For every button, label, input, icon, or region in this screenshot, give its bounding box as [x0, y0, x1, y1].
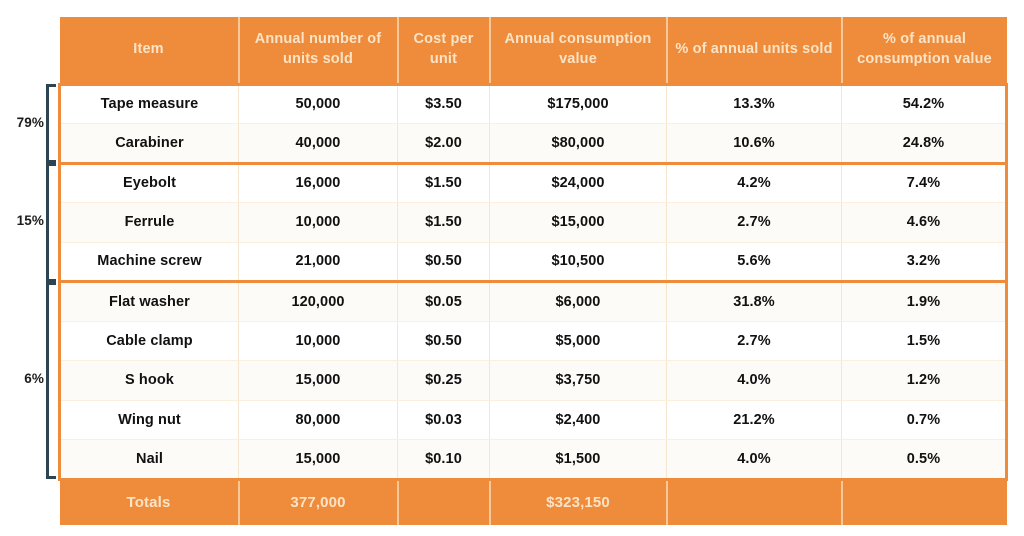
group-bracket-15: 15%: [0, 163, 58, 282]
bracket-icon: [46, 84, 56, 163]
cell-item: Flat washer: [58, 280, 239, 322]
cell-pct-annual-consumption-value: 24.8%: [841, 123, 1008, 165]
table-footer: Totals 377,000 $323,150: [59, 479, 1007, 525]
cell-annual-consumption-value: $15,000: [489, 202, 667, 243]
cell-cost-per-unit: $2.00: [397, 123, 490, 165]
column-header-annual-units-sold[interactable]: Annual number of units sold: [238, 17, 399, 84]
cell-annual-consumption-value: $1,500: [489, 439, 667, 481]
cell-pct-annual-units-sold: 2.7%: [666, 202, 842, 243]
table-body: Tape measure 50,000 $3.50 $175,000 13.3% 54.2…: [58, 82, 1008, 481]
column-header-annual-consumption-value[interactable]: Annual consumption value: [489, 17, 668, 84]
bracket-icon: [46, 163, 56, 282]
cell-item: Eyebolt: [58, 161, 239, 203]
totals-value: $323,150: [489, 479, 668, 525]
cell-annual-consumption-value: $10,500: [489, 242, 667, 283]
totals-units: 377,000: [238, 479, 399, 525]
bracket-icon: [46, 281, 56, 479]
table-row[interactable]: Nail 15,000 $0.10 $1,500 4.0% 0.5%: [58, 439, 1008, 481]
table-row[interactable]: Eyebolt 16,000 $1.50 $24,000 4.2% 7.4%: [58, 161, 1008, 203]
abc-analysis-table-figure: 79% 15% 6% Item Annual number of units sol…: [0, 0, 1024, 536]
cell-pct-annual-consumption-value: 4.6%: [841, 202, 1008, 243]
totals-label: Totals: [59, 479, 240, 525]
cell-cost-per-unit: $0.03: [397, 400, 490, 440]
cell-pct-annual-units-sold: 2.7%: [666, 321, 842, 361]
cell-annual-units-sold: 21,000: [238, 242, 398, 283]
cell-cost-per-unit: $0.25: [397, 360, 490, 401]
cell-item: Machine screw: [58, 242, 239, 283]
cell-pct-annual-consumption-value: 1.5%: [841, 321, 1008, 361]
cell-annual-units-sold: 50,000: [238, 82, 398, 124]
cell-item: S hook: [58, 360, 239, 401]
cell-pct-annual-consumption-value: 1.9%: [841, 280, 1008, 322]
cell-annual-units-sold: 15,000: [238, 439, 398, 481]
cell-annual-consumption-value: $2,400: [489, 400, 667, 440]
column-header-cost-per-unit[interactable]: Cost per unit: [397, 17, 491, 84]
cell-item: Ferrule: [58, 202, 239, 243]
totals-pct-units: [666, 479, 843, 525]
cell-annual-units-sold: 120,000: [238, 280, 398, 322]
cell-pct-annual-consumption-value: 0.7%: [841, 400, 1008, 440]
cell-annual-consumption-value: $175,000: [489, 82, 667, 124]
abc-inventory-analysis-table: Item Annual number of units sold Cost pe…: [58, 17, 1008, 525]
cell-pct-annual-consumption-value: 54.2%: [841, 82, 1008, 124]
table-row[interactable]: Cable clamp 10,000 $0.50 $5,000 2.7% 1.5%: [58, 321, 1008, 361]
cell-pct-annual-units-sold: 4.0%: [666, 360, 842, 401]
group-percentage-label: 6%: [24, 371, 44, 387]
cell-annual-units-sold: 40,000: [238, 123, 398, 165]
cell-pct-annual-units-sold: 13.3%: [666, 82, 842, 124]
cell-pct-annual-units-sold: 4.0%: [666, 439, 842, 481]
column-header-item[interactable]: Item: [59, 17, 240, 84]
cell-item: Tape measure: [58, 82, 239, 124]
cell-annual-units-sold: 10,000: [238, 321, 398, 361]
table-row[interactable]: Tape measure 50,000 $3.50 $175,000 13.3% 54.2…: [58, 82, 1008, 124]
cell-pct-annual-consumption-value: 0.5%: [841, 439, 1008, 481]
cell-cost-per-unit: $1.50: [397, 202, 490, 243]
cell-annual-units-sold: 15,000: [238, 360, 398, 401]
cell-item: Nail: [58, 439, 239, 481]
cell-pct-annual-units-sold: 21.2%: [666, 400, 842, 440]
table-row[interactable]: S hook 15,000 $0.25 $3,750 4.0% 1.2%: [58, 360, 1008, 401]
cell-item: Carabiner: [58, 123, 239, 165]
cell-annual-consumption-value: $3,750: [489, 360, 667, 401]
totals-cost: [397, 479, 491, 525]
cell-cost-per-unit: $0.50: [397, 321, 490, 361]
totals-row: Totals 377,000 $323,150: [59, 479, 1007, 525]
table-row[interactable]: Machine screw 21,000 $0.50 $10,500 5.6% 3.2%: [58, 242, 1008, 283]
cell-cost-per-unit: $0.05: [397, 280, 490, 322]
cell-item: Cable clamp: [58, 321, 239, 361]
group-bracket-6: 6%: [0, 281, 58, 479]
table-row[interactable]: Carabiner 40,000 $2.00 $80,000 10.6% 24.8%: [58, 123, 1008, 165]
group-percentage-label: 15%: [16, 213, 44, 229]
cell-pct-annual-consumption-value: 7.4%: [841, 161, 1008, 203]
cell-cost-per-unit: $0.10: [397, 439, 490, 481]
cell-pct-annual-units-sold: 5.6%: [666, 242, 842, 283]
table-header: Item Annual number of units sold Cost pe…: [59, 17, 1007, 84]
cell-pct-annual-units-sold: 31.8%: [666, 280, 842, 322]
column-header-pct-annual-consumption[interactable]: % of annual consumption value: [841, 17, 1007, 84]
cell-pct-annual-consumption-value: 1.2%: [841, 360, 1008, 401]
table-row[interactable]: Wing nut 80,000 $0.03 $2,400 21.2% 0.7%: [58, 400, 1008, 440]
column-header-pct-annual-units-sold[interactable]: % of annual units sold: [666, 17, 843, 84]
cell-pct-annual-units-sold: 10.6%: [666, 123, 842, 165]
cell-pct-annual-units-sold: 4.2%: [666, 161, 842, 203]
cell-cost-per-unit: $0.50: [397, 242, 490, 283]
cell-annual-units-sold: 16,000: [238, 161, 398, 203]
cell-cost-per-unit: $3.50: [397, 82, 490, 124]
table-row[interactable]: Ferrule 10,000 $1.50 $15,000 2.7% 4.6%: [58, 202, 1008, 243]
cell-annual-consumption-value: $5,000: [489, 321, 667, 361]
cell-annual-units-sold: 10,000: [238, 202, 398, 243]
cell-annual-consumption-value: $24,000: [489, 161, 667, 203]
cell-pct-annual-consumption-value: 3.2%: [841, 242, 1008, 283]
cell-annual-consumption-value: $6,000: [489, 280, 667, 322]
group-bracket-79: 79%: [0, 84, 58, 163]
table-row[interactable]: Flat washer 120,000 $0.05 $6,000 31.8% 1.9%: [58, 280, 1008, 322]
cell-annual-units-sold: 80,000: [238, 400, 398, 440]
cell-cost-per-unit: $1.50: [397, 161, 490, 203]
cell-item: Wing nut: [58, 400, 239, 440]
group-percentage-label: 79%: [16, 114, 44, 130]
totals-pct-value: [841, 479, 1007, 525]
cell-annual-consumption-value: $80,000: [489, 123, 667, 165]
header-row: Item Annual number of units sold Cost pe…: [59, 17, 1007, 84]
